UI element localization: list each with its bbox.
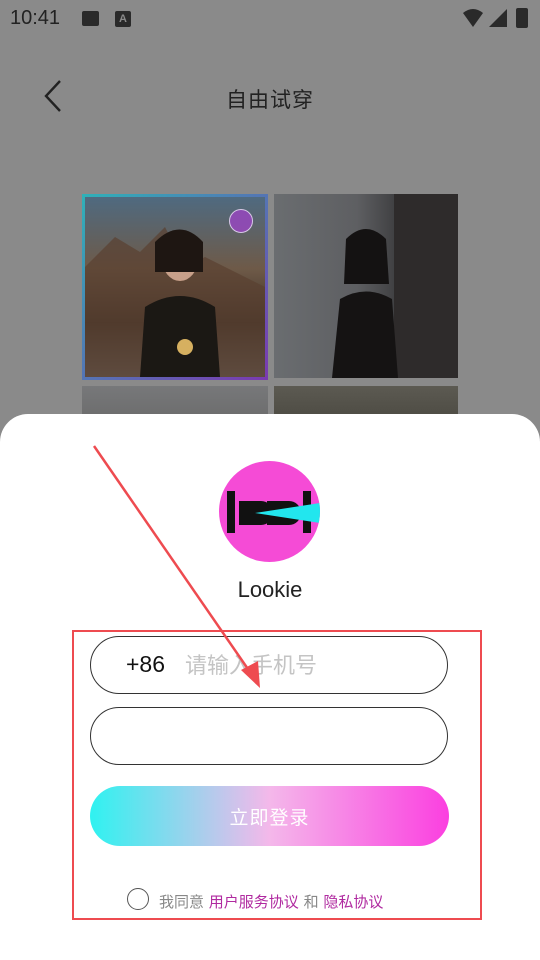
annotation-arrow: [92, 445, 260, 688]
